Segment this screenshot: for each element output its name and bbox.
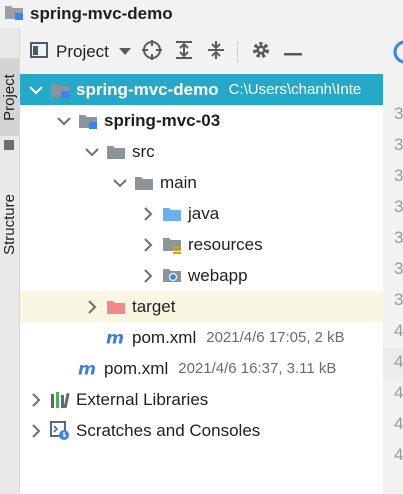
- tree-node[interactable]: m pom.xml 2021/4/6 16:37, 3.11 kB: [20, 353, 383, 384]
- chevron-right-icon[interactable]: [140, 206, 156, 222]
- tree-node-label: main: [160, 172, 197, 192]
- editor-line-gutter: 3 3 3 3 3 3 3 4 4 4 4 4: [383, 98, 403, 494]
- line-number: 4: [394, 445, 403, 464]
- tree-node[interactable]: Scratches and Consoles: [20, 415, 383, 446]
- tree-node[interactable]: java: [20, 198, 383, 229]
- chevron-right-icon[interactable]: [28, 392, 44, 408]
- tree-node-label: External Libraries: [76, 389, 209, 409]
- tree-node[interactable]: spring-mvc-03: [20, 105, 383, 136]
- chevron-down-icon[interactable]: [112, 175, 128, 191]
- tree-node-label: spring-mvc-03: [104, 110, 221, 130]
- line-number: 4: [394, 321, 403, 340]
- tree-node[interactable]: webapp: [20, 260, 383, 291]
- toolbar-separator: [236, 41, 238, 63]
- resources-folder-icon: [162, 235, 182, 255]
- left-tool-strip: Project Structure: [0, 28, 20, 494]
- tree-node[interactable]: External Libraries: [20, 384, 383, 415]
- tree-node[interactable]: target: [20, 291, 383, 322]
- expand-all-icon: [174, 40, 194, 65]
- chevron-down-icon[interactable]: [28, 82, 44, 98]
- tab-project[interactable]: Project: [0, 58, 19, 136]
- web-folder-icon: [162, 266, 182, 286]
- tree-node-meta: C:\Users\chanh\Inte: [228, 81, 362, 98]
- line-number: 3: [394, 166, 403, 185]
- module-folder-icon: [78, 111, 98, 131]
- settings-button[interactable]: [246, 38, 276, 66]
- tree-node-meta: 2021/4/6 16:37, 3.11 kB: [178, 360, 337, 377]
- minimize-icon: [283, 43, 302, 61]
- no-arrow: [84, 330, 100, 346]
- crosshair-icon: [141, 39, 163, 66]
- tree-node-label: Scratches and Consoles: [76, 420, 261, 440]
- editor-tab-edge: [383, 36, 403, 68]
- maven-icon: m: [78, 359, 98, 379]
- tab-structure-label: Structure: [1, 193, 19, 255]
- line-number: 3: [394, 290, 403, 309]
- libraries-icon: [50, 390, 70, 410]
- project-tree[interactable]: spring-mvc-demo C:\Users\chanh\Inte spring…: [20, 74, 383, 494]
- gear-icon: [251, 40, 271, 65]
- view-selector[interactable]: Project: [20, 38, 135, 66]
- tree-node-label: src: [132, 141, 155, 161]
- tree-node-label: pom.xml: [104, 358, 169, 378]
- svg-text:m: m: [78, 360, 96, 378]
- tab-project-label: Project: [1, 73, 18, 121]
- folder-icon: [106, 142, 126, 162]
- tree-node-label: target: [132, 296, 176, 316]
- tree-node-label: pom.xml: [132, 327, 197, 347]
- tree-node-label: webapp: [188, 265, 248, 285]
- scratches-icon: [50, 420, 70, 441]
- line-number: 4: [394, 352, 403, 371]
- collapse-all-button[interactable]: [201, 38, 231, 66]
- line-number: 4: [394, 414, 403, 433]
- project-folder-icon: [4, 3, 24, 26]
- tree-node-label: spring-mvc-demo: [76, 79, 219, 99]
- expand-all-button[interactable]: [169, 38, 199, 66]
- chevron-right-icon[interactable]: [84, 299, 100, 315]
- tree-node[interactable]: main: [20, 167, 383, 198]
- tree-node[interactable]: src: [20, 136, 383, 167]
- view-selector-label: Project: [56, 42, 109, 61]
- tab-structure[interactable]: Structure: [0, 178, 19, 270]
- tree-node[interactable]: spring-mvc-demo C:\Users\chanh\Inte: [20, 74, 383, 105]
- window-title: spring-mvc-demo: [30, 4, 173, 23]
- line-number: 3: [394, 228, 403, 247]
- excluded-folder-icon: [106, 297, 126, 317]
- tree-node[interactable]: resources: [20, 229, 383, 260]
- chevron-right-icon[interactable]: [140, 237, 156, 253]
- tree-node-label: java: [188, 203, 220, 223]
- folder-icon: [134, 173, 154, 193]
- no-arrow: [56, 361, 72, 377]
- collapse-all-icon: [206, 40, 226, 65]
- project-toolbar: Project: [20, 36, 380, 68]
- strip-divider-icon: [4, 140, 14, 150]
- svg-text:m: m: [106, 329, 124, 347]
- chevron-down-icon[interactable]: [56, 113, 72, 129]
- line-number: 3: [394, 197, 403, 216]
- project-view-icon: [30, 41, 48, 63]
- hide-panel-button[interactable]: [278, 38, 308, 66]
- tree-node[interactable]: m pom.xml 2021/4/6 17:05, 2 kB: [20, 322, 383, 353]
- tree-node-label: resources: [188, 234, 263, 254]
- tree-node-meta: 2021/4/6 17:05, 2 kB: [206, 329, 345, 346]
- line-number: 3: [394, 135, 403, 154]
- chevron-right-icon[interactable]: [28, 423, 44, 439]
- chevron-right-icon[interactable]: [140, 268, 156, 284]
- source-folder-icon: [162, 204, 182, 224]
- window-title-bar: spring-mvc-demo: [0, 0, 403, 28]
- line-number: 3: [394, 104, 403, 123]
- chevron-down-icon: [118, 43, 131, 61]
- line-number: 3: [394, 259, 403, 278]
- chevron-down-icon[interactable]: [84, 144, 100, 160]
- maven-icon: m: [106, 328, 126, 348]
- locate-button[interactable]: [137, 38, 167, 66]
- line-number: 4: [394, 383, 403, 402]
- module-folder-icon: [50, 80, 70, 100]
